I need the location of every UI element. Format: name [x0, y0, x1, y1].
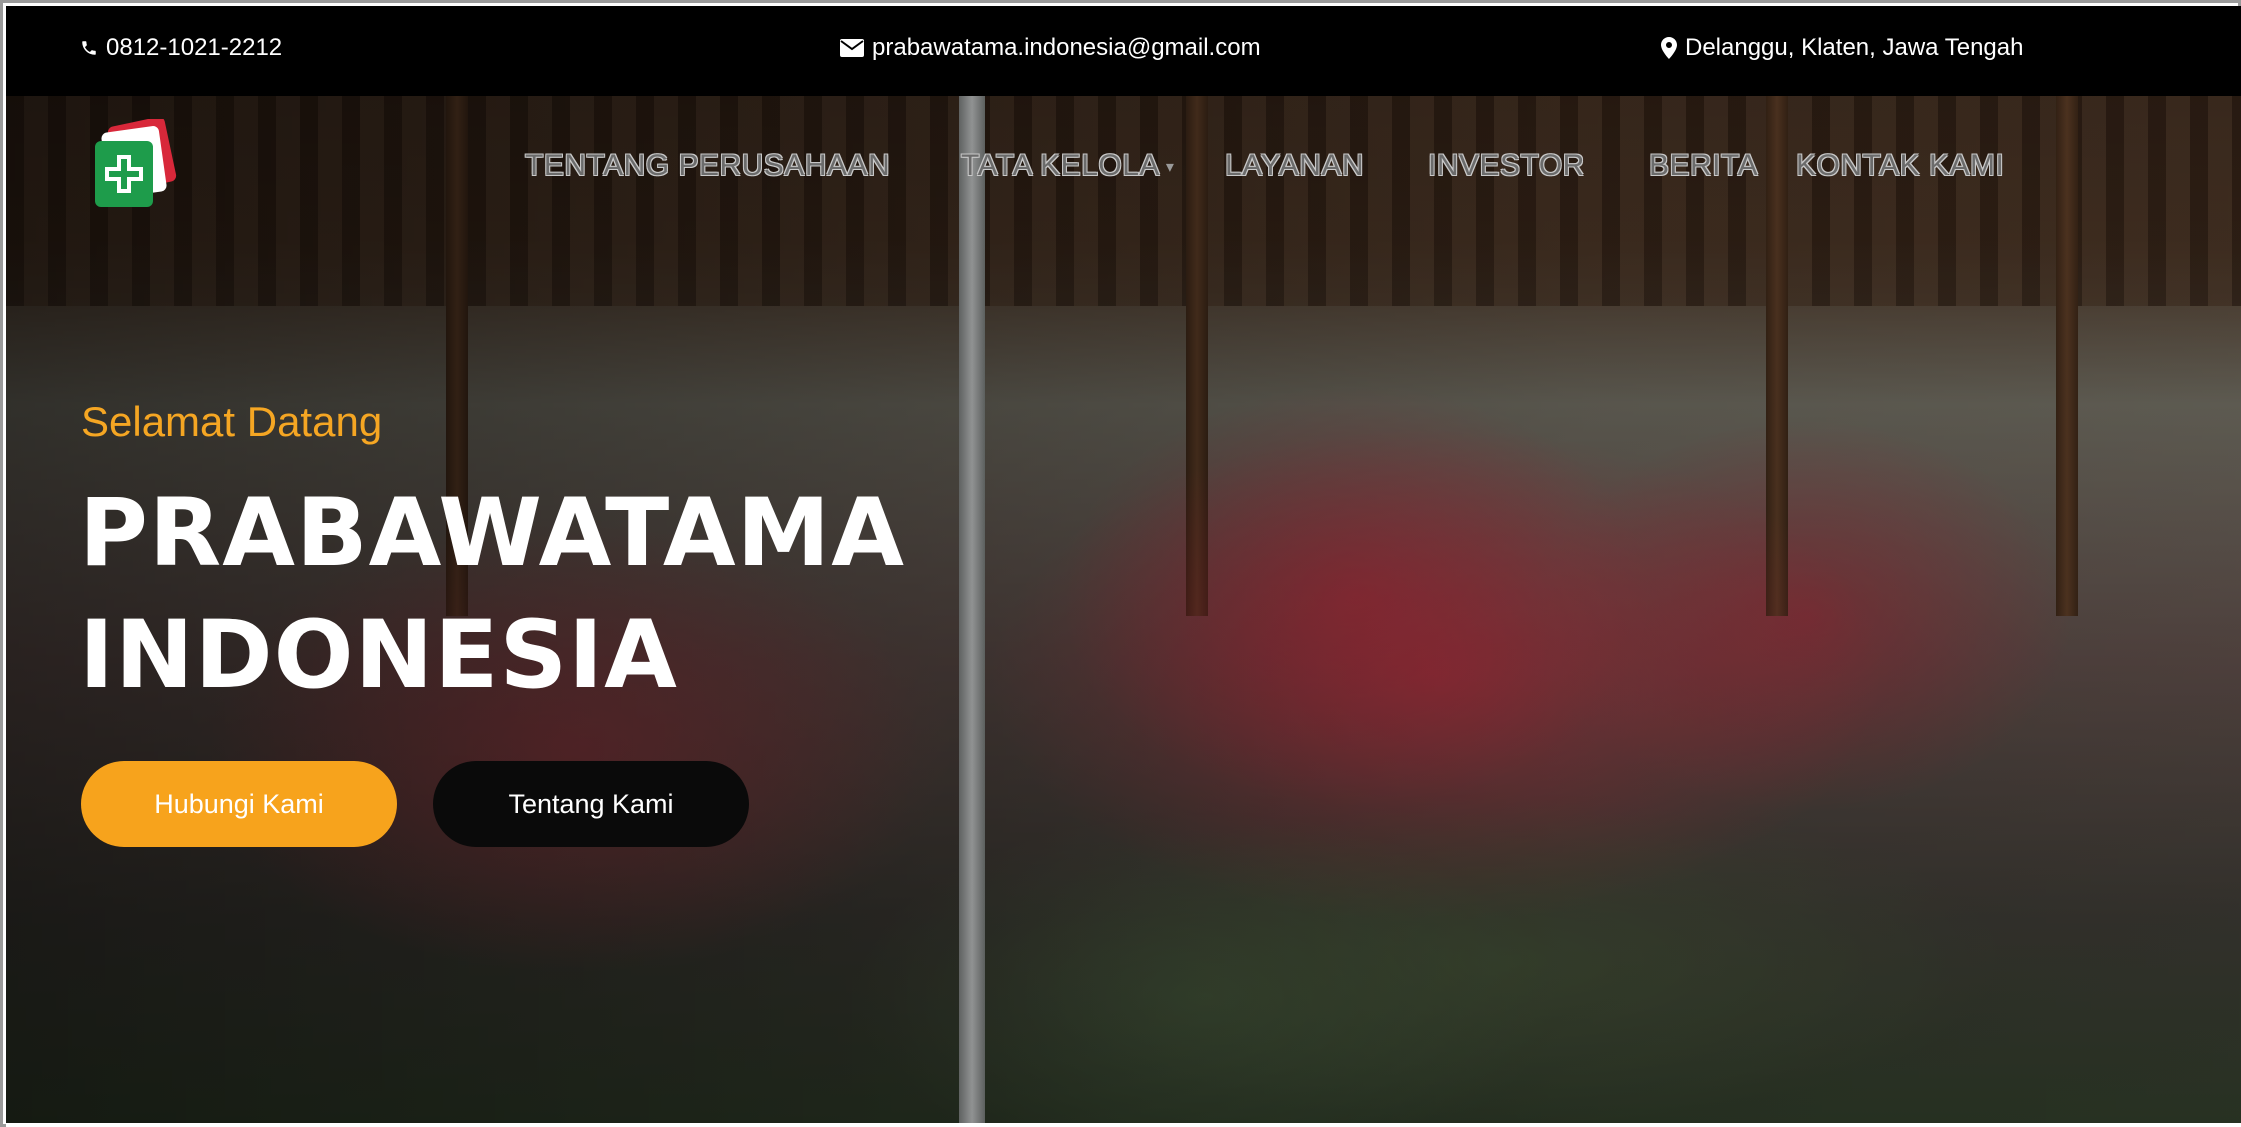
chevron-down-icon: ▾	[1165, 159, 1175, 177]
about-us-button[interactable]: Tentang Kami	[433, 761, 749, 847]
contact-us-button[interactable]: Hubungi Kami	[81, 761, 397, 847]
envelope-icon	[840, 39, 864, 57]
contact-email[interactable]: prabawatama.indonesia@gmail.com	[840, 34, 1261, 62]
nav-investor[interactable]: INVESTOR	[1428, 149, 1585, 183]
location-text: Delanggu, Klaten, Jawa Tengah	[1685, 34, 2024, 61]
nav-berita[interactable]: BERITA	[1649, 149, 1758, 183]
hero-title: PRABAWATAMA INDONESIA	[79, 473, 905, 717]
phone-number: 0812-1021-2212	[106, 34, 283, 61]
hero-title-line-2: INDONESIA	[79, 601, 678, 710]
contact-location: Delanggu, Klaten, Jawa Tengah	[1661, 34, 2023, 62]
nav-tata-kelola[interactable]: TATA KELOLA ▾	[961, 149, 1174, 183]
nav-tentang-perusahaan[interactable]: TENTANG PERUSAHAAN	[525, 149, 890, 183]
hero-welcome-text: Selamat Datang	[81, 398, 383, 445]
nav-layanan[interactable]: LAYANAN	[1225, 149, 1364, 183]
email-address: prabawatama.indonesia@gmail.com	[872, 34, 1261, 61]
main-navigation: TENTANG PERUSAHAAN TATA KELOLA ▾ LAYANAN …	[3, 149, 2241, 189]
nav-kontak-kami[interactable]: KONTAK KAMI	[1796, 149, 2004, 183]
contact-bar: 0812-1021-2212 prabawatama.indonesia@gma…	[6, 6, 2241, 96]
page-frame: 0812-1021-2212 prabawatama.indonesia@gma…	[0, 0, 2241, 1127]
contact-phone[interactable]: 0812-1021-2212	[80, 34, 282, 62]
page-bottom-edge	[6, 1123, 2241, 1127]
nav-tata-kelola-label: TATA KELOLA	[961, 149, 1160, 182]
phone-icon	[82, 41, 96, 55]
hero-title-line-1: PRABAWATAMA	[79, 479, 905, 588]
map-marker-icon	[1661, 37, 1677, 59]
